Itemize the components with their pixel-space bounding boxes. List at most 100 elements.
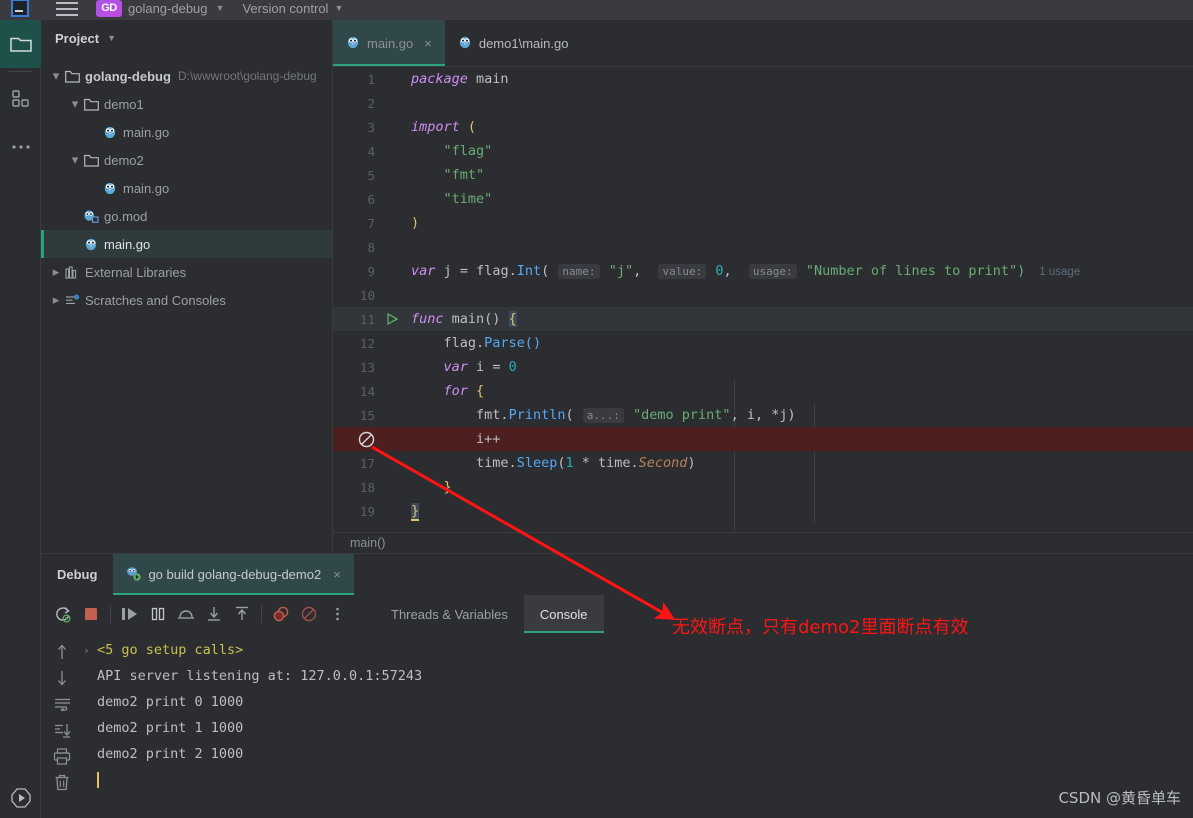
inlay-hint-args[interactable]: a...: <box>583 408 624 423</box>
tree-item-golang-debug[interactable]: ▾golang-debugD:\wwwroot\golang-debug <box>41 62 332 90</box>
editor-tab-label: main.go <box>367 36 413 51</box>
scratches-icon <box>63 294 81 307</box>
more-tools-icon[interactable] <box>0 123 41 171</box>
code-line: 18 } <box>333 475 1193 499</box>
inlay-hint-usage[interactable]: usage: <box>749 264 797 279</box>
tree-item-main-go[interactable]: main.go <box>41 118 332 146</box>
close-icon[interactable]: × <box>424 36 432 51</box>
step-into-button[interactable] <box>200 600 228 628</box>
console-line: demo2 print 1 1000 <box>83 715 1193 741</box>
token-string: "fmt" <box>444 167 485 183</box>
ide-logo-icon <box>0 0 40 20</box>
tree-item-demo2[interactable]: ▾demo2 <box>41 146 332 174</box>
line-number: 3 <box>333 120 381 135</box>
close-icon[interactable]: × <box>333 567 341 582</box>
token-number: 1 <box>565 455 573 471</box>
token-keyword: func <box>411 311 444 327</box>
inlay-hint-name[interactable]: name: <box>558 264 599 279</box>
tree-item-demo1[interactable]: ▾demo1 <box>41 90 332 118</box>
console-output[interactable]: ›<5 go setup calls>API server listening … <box>83 633 1193 818</box>
editor-tab-bar[interactable]: main.go × demo1\main.go <box>333 20 1193 67</box>
debug-title-label: Debug <box>57 567 97 582</box>
token-keyword: package <box>411 71 468 87</box>
code-line: 19 } <box>333 499 1193 523</box>
scroll-down-icon[interactable] <box>41 665 83 691</box>
code-line: 3 import ( <box>333 115 1193 139</box>
token-dot: . <box>476 335 484 351</box>
soft-wrap-icon[interactable] <box>41 691 83 717</box>
pause-program-button[interactable] <box>144 600 172 628</box>
step-out-button[interactable] <box>228 600 256 628</box>
toolbar-divider <box>110 605 111 623</box>
tree-item-External Libraries[interactable]: ▸External Libraries <box>41 258 332 286</box>
code-line: 7 ) <box>333 211 1193 235</box>
token-func: Parse() <box>484 335 541 351</box>
tab-threads-variables[interactable]: Threads & Variables <box>375 595 524 633</box>
token-string: "Number of lines to print") <box>806 263 1025 279</box>
mute-breakpoints-button[interactable] <box>295 600 323 628</box>
scroll-to-end-icon[interactable] <box>41 717 83 743</box>
chevron-down-icon: ▼ <box>334 3 343 13</box>
tree-item-Scratches and Consoles[interactable]: ▸Scratches and Consoles <box>41 286 332 314</box>
tab-console[interactable]: Console <box>524 595 604 633</box>
hamburger-menu-icon[interactable] <box>56 2 78 16</box>
resume-program-button[interactable] <box>116 600 144 628</box>
debug-view-tabs[interactable]: Threads & VariablesConsole <box>375 595 604 633</box>
stop-button[interactable] <box>77 600 105 628</box>
scratches-icon <box>65 294 80 307</box>
editor-tab-demo1-main-go[interactable]: demo1\main.go <box>445 20 582 66</box>
token-op: = <box>460 263 468 279</box>
scroll-up-icon[interactable] <box>41 639 83 665</box>
usage-inlay-hint[interactable]: 1 usage <box>1039 266 1080 278</box>
run-debug-rail-button[interactable] <box>0 778 41 818</box>
token-paren: ( <box>541 263 549 279</box>
editor-tab-label: demo1\main.go <box>479 36 569 51</box>
token-brace: { <box>509 311 517 327</box>
sidebar-item-project[interactable] <box>0 20 41 68</box>
code-text: var i = 0 <box>403 359 517 375</box>
run-gutter-icon[interactable] <box>381 313 403 325</box>
token-string: "time" <box>444 191 493 207</box>
chevron-down-icon[interactable]: ▼ <box>107 33 116 43</box>
rerun-button[interactable] <box>49 600 77 628</box>
code-line: 2 <box>333 91 1193 115</box>
clear-all-icon[interactable] <box>41 769 83 795</box>
token-dot: . <box>500 407 508 423</box>
editor-breadcrumb[interactable]: main() <box>333 532 1193 553</box>
code-line: 17 time.Sleep(1 * time.Second) <box>333 451 1193 475</box>
tree-item-go-mod[interactable]: go.mod <box>41 202 332 230</box>
invalid-breakpoint-icon[interactable] <box>355 431 377 448</box>
code-editor[interactable]: 1 package main 2 3 import ( <box>333 67 1193 532</box>
project-panel-header[interactable]: Project ▼ <box>41 20 332 56</box>
tree-item-main-go[interactable]: main.go <box>41 230 332 258</box>
inlay-hint-value[interactable]: value: <box>658 264 706 279</box>
debug-panel-title: Debug <box>41 554 113 595</box>
token-pkg: time <box>598 455 631 471</box>
debug-session-tab[interactable]: go build golang-debug-demo2 × <box>113 554 353 595</box>
annotation-text: 无效断点，只有demo2里面断点有效 <box>672 613 969 639</box>
step-over-button[interactable] <box>172 600 200 628</box>
version-control-menu[interactable]: Version control ▼ <box>242 1 343 16</box>
print-icon[interactable] <box>41 743 83 769</box>
tree-item-main-go[interactable]: main.go <box>41 174 332 202</box>
left-tool-rail <box>0 20 41 818</box>
console-line <box>83 767 1193 793</box>
more-options-button[interactable] <box>323 600 351 628</box>
token-string: "flag" <box>444 143 493 159</box>
token-ident: j <box>444 263 452 279</box>
editor-tab-main-go[interactable]: main.go × <box>333 20 445 66</box>
project-file-tree[interactable]: ▾golang-debugD:\wwwroot\golang-debug▾dem… <box>41 56 332 314</box>
code-text: fmt.Println( a...: "demo print", i, *j) <box>403 407 796 423</box>
code-line: 5 "fmt" <box>333 163 1193 187</box>
console-caret <box>97 772 99 788</box>
play-hex-icon <box>10 787 32 809</box>
line-number: 6 <box>333 192 381 207</box>
code-line: 11 func main() { <box>333 307 1193 331</box>
sidebar-item-structure[interactable] <box>0 75 41 123</box>
fold-toggle-icon[interactable]: › <box>83 644 97 657</box>
view-breakpoints-button[interactable] <box>267 600 295 628</box>
version-control-label: Version control <box>242 1 328 16</box>
debug-tab-bar: Debug go build golang-debug-demo2 × <box>41 554 1193 595</box>
code-line: 14 for { <box>333 379 1193 403</box>
project-selector[interactable]: GD golang-debug ▼ <box>96 0 224 17</box>
